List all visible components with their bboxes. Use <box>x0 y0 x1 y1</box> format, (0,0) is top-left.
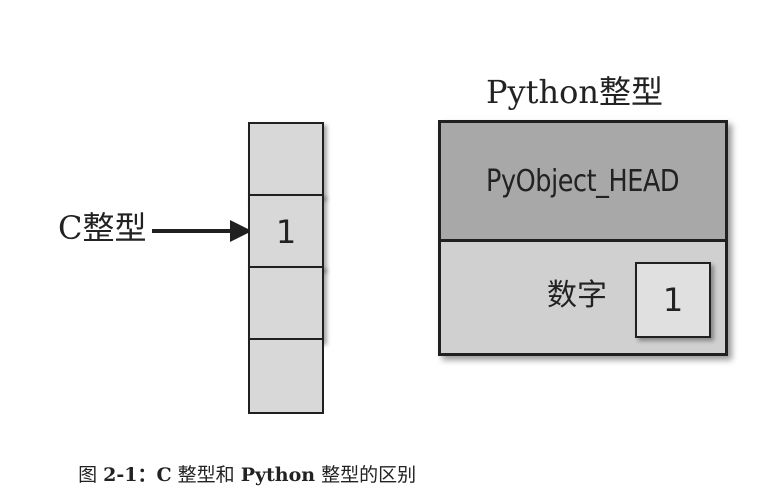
caption-c: C <box>156 464 172 486</box>
pyobject-head-section: PyObject_HEAD <box>441 123 725 242</box>
c-memory-column: 1 <box>248 122 324 414</box>
caption-colon: ： <box>137 464 157 486</box>
c-integer-label: C整型 <box>58 209 147 247</box>
number-value-box: 1 <box>635 262 711 338</box>
number-value-text: 1 <box>662 281 684 319</box>
python-integer-box: PyObject_HEAD 数字 1 <box>438 120 728 356</box>
caption-mid2: 整型的区别 <box>315 464 417 486</box>
memory-cell-empty <box>248 122 324 198</box>
caption-number: 2-1 <box>103 464 138 486</box>
number-label: 数字 <box>547 278 607 313</box>
pyobject-head-label: PyObject_HEAD <box>486 163 680 199</box>
memory-cell-value: 1 <box>248 194 324 270</box>
memory-cell-empty <box>248 266 324 342</box>
caption-prefix: 图 <box>78 464 104 486</box>
caption-python: Python <box>240 464 316 486</box>
figure-caption: 图 2-1：C 整型和 Python 整型的区别 <box>66 436 416 488</box>
caption-mid1: 整型和 <box>171 464 241 486</box>
pointer-arrow <box>152 220 252 242</box>
memory-cell-empty <box>248 338 324 414</box>
python-integer-title: Python整型 <box>486 73 663 111</box>
memory-cell-value-text: 1 <box>275 213 297 251</box>
number-section: 数字 1 <box>441 242 725 353</box>
